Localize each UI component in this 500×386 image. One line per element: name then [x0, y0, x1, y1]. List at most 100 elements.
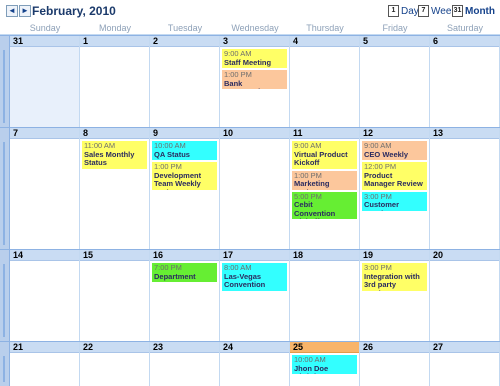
next-month-button[interactable]: ► — [19, 5, 31, 17]
day-number[interactable]: 14 — [13, 250, 23, 261]
day-cell-header: 19 — [360, 250, 429, 261]
calendar-event[interactable]: 9:00 AM Staff Meeting — [222, 49, 287, 68]
month-title: February, 2010 — [32, 4, 116, 18]
calendar-event[interactable]: 9:00 AMCEO Weekly Status — [362, 141, 427, 160]
day-cell[interactable]: 27 — [430, 342, 500, 386]
day-cell[interactable]: 19 3:00 PMIntegration with 3rd party prod… — [360, 250, 430, 341]
day-number[interactable]: 21 — [13, 342, 23, 353]
day-cell[interactable]: 3 9:00 AMStaff Meeting 1:00 PMBank Present… — [220, 36, 290, 127]
day-cell[interactable]: 17 8:00 AM Las-Vegas Convention — [220, 250, 290, 341]
day-cell[interactable]: 23 — [150, 342, 220, 386]
day-cell[interactable]: 7 — [10, 128, 80, 249]
day-cell[interactable]: 5 — [360, 36, 430, 127]
week-selector[interactable] — [0, 342, 10, 386]
day-number[interactable]: 19 — [363, 250, 373, 261]
day-cell[interactable]: 9 10:00 AM QA Status 1:00 PM Development Tea… — [150, 128, 220, 249]
previous-month-button[interactable]: ◄ — [6, 5, 18, 17]
day-cell[interactable]: 20 — [430, 250, 500, 341]
day-cell-header: 14 — [10, 250, 79, 261]
day-number[interactable]: 9 — [153, 128, 158, 139]
calendar-event[interactable]: 11:00 AM Sales Monthly Status — [82, 141, 147, 169]
day-cell[interactable]: 25 10:00 AMJhon Doe Birthday — [290, 342, 360, 386]
day-number[interactable]: 5 — [363, 36, 368, 47]
event-title: Las-Vegas Convention — [224, 271, 266, 289]
day-cell[interactable]: 21 — [10, 342, 80, 386]
day-cell[interactable]: 24 — [220, 342, 290, 386]
day-number[interactable]: 11 — [293, 128, 303, 139]
month-view-button[interactable]: 31 Month — [452, 4, 495, 18]
week-row: 21 22 23 24 25 10:00 AMJhon Doe Birthday 26 27 — [0, 341, 500, 386]
day-number[interactable]: 15 — [83, 250, 93, 261]
day-cell[interactable]: 16 7:00 PMDepartment Banquet — [150, 250, 220, 341]
event-title: Virtual Product Kickoff — [294, 149, 348, 167]
day-cell[interactable]: 31 — [10, 36, 80, 127]
week-view-icon: 7 — [418, 5, 429, 17]
month-view-icon: 31 — [452, 5, 463, 17]
day-number[interactable]: 25 — [293, 342, 303, 353]
week-row: 14 15 16 7:00 PMDepartment Banquet 17 8:00 AM… — [0, 249, 500, 341]
day-cell[interactable]: 4 — [290, 36, 360, 127]
day-cell-header: 22 — [80, 342, 149, 353]
day-cell[interactable]: 10 — [220, 128, 290, 249]
day-number[interactable]: 23 — [153, 342, 163, 353]
week-view-button[interactable]: 7 Week — [418, 4, 456, 18]
calendar-event[interactable]: 1:00 PMMarketing Updates — [292, 170, 357, 190]
day-cell[interactable]: 15 — [80, 250, 150, 341]
day-number[interactable]: 8 — [83, 128, 88, 139]
day-cell[interactable]: 22 — [80, 342, 150, 386]
day-cell-header: 9 — [150, 128, 219, 139]
calendar-event[interactable]: 5:00 PMCebit Convention Kickoff — [292, 191, 357, 219]
calendar-event[interactable]: 10:00 AMJhon Doe Birthday — [292, 355, 357, 374]
day-number[interactable]: 20 — [433, 250, 443, 261]
day-number[interactable]: 7 — [13, 128, 18, 139]
event-title: Customer Meeting — [364, 200, 400, 210]
day-number[interactable]: 6 — [433, 36, 438, 47]
calendar-event[interactable]: 12:00 PM Product Manager Review — [362, 162, 427, 190]
day-cell[interactable]: 12 9:00 AMCEO Weekly Status 12:00 PMProduc… — [360, 128, 430, 249]
day-number[interactable]: 4 — [293, 36, 298, 47]
day-view-label: Day — [401, 5, 419, 17]
day-number[interactable]: 27 — [433, 342, 443, 353]
day-cell-header: 5 — [360, 36, 429, 47]
day-cell[interactable]: 18 — [290, 250, 360, 341]
event-title: Department Banquet — [154, 271, 196, 282]
calendar-event[interactable]: 3:00 PMIntegration with 3rd party produc… — [362, 263, 427, 291]
day-view-button[interactable]: 1 Day — [388, 4, 419, 18]
day-number[interactable]: 16 — [153, 250, 163, 261]
calendar-event[interactable]: 8:00 AM Las-Vegas Convention — [222, 263, 287, 291]
day-number[interactable]: 31 — [13, 36, 23, 47]
week-selector[interactable] — [0, 128, 10, 249]
day-number[interactable]: 22 — [83, 342, 93, 353]
day-number[interactable]: 13 — [433, 128, 443, 139]
day-cell[interactable]: 11 9:00 AM Virtual Product Kickoff 1:00 PM M… — [290, 128, 360, 249]
week-selector[interactable] — [0, 250, 10, 341]
calendar-event[interactable]: 3:00 PMCustomer Meeting — [362, 191, 427, 211]
calendar-event[interactable]: 9:00 AM Virtual Product Kickoff — [292, 141, 357, 169]
day-cell[interactable]: 26 — [360, 342, 430, 386]
day-cell-header: 31 — [10, 36, 79, 47]
day-number[interactable]: 26 — [363, 342, 373, 353]
day-number[interactable]: 2 — [153, 36, 158, 47]
day-number[interactable]: 10 — [223, 128, 233, 139]
calendar-event[interactable]: 1:00 PMDevelopment Team Weekly Update — [152, 162, 217, 190]
calendar-event[interactable]: 10:00 AM QA Status — [152, 141, 217, 160]
day-number[interactable]: 17 — [223, 250, 233, 261]
calendar-event[interactable]: 7:00 PMDepartment Banquet — [152, 263, 217, 282]
day-cell-header: 16 — [150, 250, 219, 261]
calendar-event[interactable]: 1:00 PMBank Presentation — [222, 70, 287, 89]
day-cell[interactable]: 13 — [430, 128, 500, 249]
day-number[interactable]: 3 — [223, 36, 228, 47]
day-number[interactable]: 18 — [293, 250, 303, 261]
day-cell[interactable]: 1 — [80, 36, 150, 127]
day-number[interactable]: 12 — [363, 128, 373, 139]
day-cell[interactable]: 8 11:00 AM Sales Monthly Status — [80, 128, 150, 249]
day-cell-header: 11 — [290, 128, 359, 139]
day-name-3: Wednesday — [231, 23, 279, 33]
event-title: Sales Monthly Status — [84, 149, 135, 167]
day-number[interactable]: 24 — [223, 342, 233, 353]
day-cell[interactable]: 2 — [150, 36, 220, 127]
day-cell[interactable]: 6 — [430, 36, 500, 127]
week-selector[interactable] — [0, 36, 10, 127]
day-cell[interactable]: 14 — [10, 250, 80, 341]
day-number[interactable]: 1 — [83, 36, 88, 47]
